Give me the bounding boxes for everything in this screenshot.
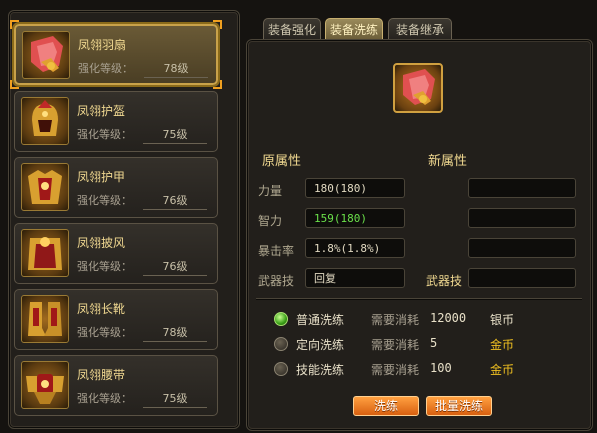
selection-corner — [213, 80, 222, 89]
attr-label-weapon-skill: 武器技 — [258, 274, 295, 288]
attr-label-strength: 力量 — [258, 184, 283, 198]
item-level-label: 强化等级： — [77, 326, 132, 339]
refine-button[interactable]: 洗练 — [353, 396, 419, 416]
attr-value-weapon-skill: 回复 — [305, 268, 405, 288]
option-label-normal[interactable]: 普通洗练 — [296, 311, 344, 328]
attr-value-intelligence: 159(180) — [305, 208, 405, 228]
new-attr-value-weapon-skill — [468, 268, 576, 288]
attr-label-crit: 暴击率 — [258, 244, 295, 258]
currency-silver: 银币 — [490, 313, 515, 327]
option-label-skill[interactable]: 技能洗练 — [296, 361, 344, 378]
new-attr-value-crit — [468, 238, 576, 258]
item-level-label: 强化等级： — [77, 260, 132, 273]
attr-value-strength: 180(180) — [305, 178, 405, 198]
cost-value-skill: 100 — [430, 361, 452, 375]
item-level-label: 强化等级： — [77, 128, 132, 141]
new-attr-label-weapon-skill: 武器技 — [426, 274, 463, 288]
currency-gold: 金币 — [490, 363, 515, 377]
option-label-directed[interactable]: 定向洗练 — [296, 336, 344, 353]
item-level-label: 强化等级： — [77, 194, 132, 207]
equipment-item-belt[interactable]: 凤翎腰带 强化等级： 75级 — [14, 355, 218, 416]
cost-value-directed: 5 — [430, 336, 438, 350]
item-level: 76级 — [143, 192, 207, 210]
item-name: 凤翎羽扇 — [78, 38, 127, 52]
radio-directed-refine[interactable] — [274, 337, 288, 351]
equipment-item-armor[interactable]: 凤翎护甲 强化等级： 76级 — [14, 157, 218, 218]
item-name: 凤翎护盔 — [77, 104, 126, 118]
attr-label-intelligence: 智力 — [258, 214, 283, 228]
selection-corner — [10, 80, 19, 89]
tab-inherit[interactable]: 装备继承 — [388, 18, 452, 40]
cost-label: 需要消耗 — [371, 338, 420, 352]
item-name: 凤翎长靴 — [77, 302, 126, 316]
item-level: 76级 — [143, 258, 207, 276]
divider — [256, 298, 582, 300]
cost-label: 需要消耗 — [371, 363, 420, 377]
item-name: 凤翎披风 — [77, 236, 126, 250]
new-attributes-title: 新属性 — [428, 154, 468, 169]
item-name: 凤翎护甲 — [77, 170, 126, 184]
fan-icon — [22, 31, 70, 79]
tab-enhance[interactable]: 装备强化 — [263, 18, 321, 40]
item-level-label: 强化等级： — [78, 62, 133, 75]
cost-label: 需要消耗 — [371, 313, 420, 327]
radio-normal-refine[interactable] — [274, 312, 288, 326]
item-level: 75级 — [143, 126, 207, 144]
attr-value-crit: 1.8%(1.8%) — [305, 238, 405, 258]
batch-refine-button[interactable]: 批量洗练 — [426, 396, 492, 416]
radio-skill-refine[interactable] — [274, 362, 288, 376]
selection-corner — [213, 20, 222, 29]
original-attributes-title: 原属性 — [262, 154, 302, 169]
tab-refine[interactable]: 装备洗练 — [325, 18, 383, 40]
equipment-item-cape[interactable]: 凤翎披风 强化等级： 76级 — [14, 223, 218, 284]
selection-corner — [10, 20, 19, 29]
equipment-item-fan[interactable]: 凤翎羽扇 强化等级： 78级 — [10, 20, 222, 89]
item-level: 75级 — [143, 390, 207, 408]
item-level-label: 强化等级： — [77, 392, 132, 405]
helmet-icon — [21, 97, 69, 145]
equipment-item-boots[interactable]: 凤翎长靴 强化等级： 78级 — [14, 289, 218, 350]
equipment-item-helmet[interactable]: 凤翎护盔 强化等级： 75级 — [14, 91, 218, 152]
belt-icon — [21, 361, 69, 409]
new-attr-value-strength — [468, 178, 576, 198]
currency-gold: 金币 — [490, 338, 515, 352]
fan-icon — [393, 63, 443, 113]
boots-icon — [21, 295, 69, 343]
cost-value-normal: 12000 — [430, 311, 467, 325]
new-attr-value-intelligence — [468, 208, 576, 228]
cape-icon — [21, 229, 69, 277]
item-name: 凤翎腰带 — [77, 368, 126, 382]
item-level: 78级 — [144, 60, 208, 78]
armor-icon — [21, 163, 69, 211]
item-level: 78级 — [143, 324, 207, 342]
